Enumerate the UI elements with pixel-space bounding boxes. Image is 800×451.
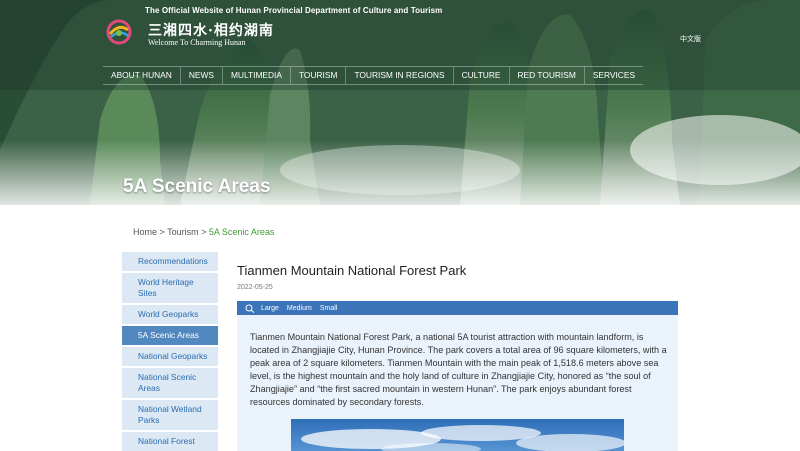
nav-news[interactable]: NEWS xyxy=(181,67,223,84)
logo-chinese-text: 三湘四水·相约湖南 xyxy=(148,23,274,39)
logo-english-text: Welcome To Charming Hunan xyxy=(148,38,246,47)
font-small-option[interactable]: Small xyxy=(320,305,338,312)
font-size-bar: Large Medium Small xyxy=(237,301,678,315)
sidebar-item-national-scenic-areas[interactable]: National Scenic Areas xyxy=(122,368,218,400)
hunan-logo-icon[interactable] xyxy=(106,19,132,45)
article-content: Tianmen Mountain National Forest Park, a… xyxy=(237,315,678,451)
nav-services[interactable]: SERVICES xyxy=(585,67,643,84)
hero-banner: The Official Website of Hunan Provincial… xyxy=(0,0,800,205)
font-large-option[interactable]: Large xyxy=(261,305,279,312)
nav-about-hunan[interactable]: ABOUT HUNAN xyxy=(103,67,181,84)
site-title: The Official Website of Hunan Provincial… xyxy=(145,6,443,15)
main-nav: ABOUT HUNAN NEWS MULTIMEDIA TOURISM TOUR… xyxy=(103,66,644,85)
nav-red-tourism[interactable]: RED TOURISM xyxy=(510,67,585,84)
breadcrumb-home[interactable]: Home xyxy=(133,227,157,237)
sidebar-item-5a-scenic-areas[interactable]: 5A Scenic Areas xyxy=(122,326,218,347)
article-title: Tianmen Mountain National Forest Park xyxy=(237,263,467,278)
chinese-version-link[interactable]: 中文版 xyxy=(680,34,701,44)
font-medium-option[interactable]: Medium xyxy=(287,305,312,312)
page-title: 5A Scenic Areas xyxy=(123,176,271,197)
sidebar-item-world-geoparks[interactable]: World Geoparks xyxy=(122,305,218,326)
sidebar-item-national-forest[interactable]: National Forest xyxy=(122,432,218,451)
sidebar: Recommendations World Heritage Sites Wor… xyxy=(122,252,218,451)
article-date: 2022-05-25 xyxy=(237,284,273,291)
page: The Official Website of Hunan Provincial… xyxy=(0,0,800,451)
sidebar-item-recommendations[interactable]: Recommendations xyxy=(122,252,218,273)
breadcrumb-separator: > xyxy=(198,227,209,237)
breadcrumb-current[interactable]: 5A Scenic Areas xyxy=(209,227,275,237)
magnifier-icon xyxy=(245,304,255,313)
nav-culture[interactable]: CULTURE xyxy=(454,67,510,84)
nav-tourism-in-regions[interactable]: TOURISM IN REGIONS xyxy=(346,67,454,84)
article-body: Tianmen Mountain National Forest Park, a… xyxy=(250,332,667,407)
breadcrumb-tourism[interactable]: Tourism xyxy=(167,227,199,237)
breadcrumb: Home > Tourism > 5A Scenic Areas xyxy=(133,227,274,237)
article-image xyxy=(291,419,624,451)
sidebar-item-national-wetland-parks[interactable]: National Wetland Parks xyxy=(122,400,218,432)
nav-tourism[interactable]: TOURISM xyxy=(291,67,347,84)
breadcrumb-separator: > xyxy=(157,227,168,237)
sidebar-item-world-heritage-sites[interactable]: World Heritage Sites xyxy=(122,273,218,305)
nav-multimedia[interactable]: MULTIMEDIA xyxy=(223,67,291,84)
sidebar-item-national-geoparks[interactable]: National Geoparks xyxy=(122,347,218,368)
